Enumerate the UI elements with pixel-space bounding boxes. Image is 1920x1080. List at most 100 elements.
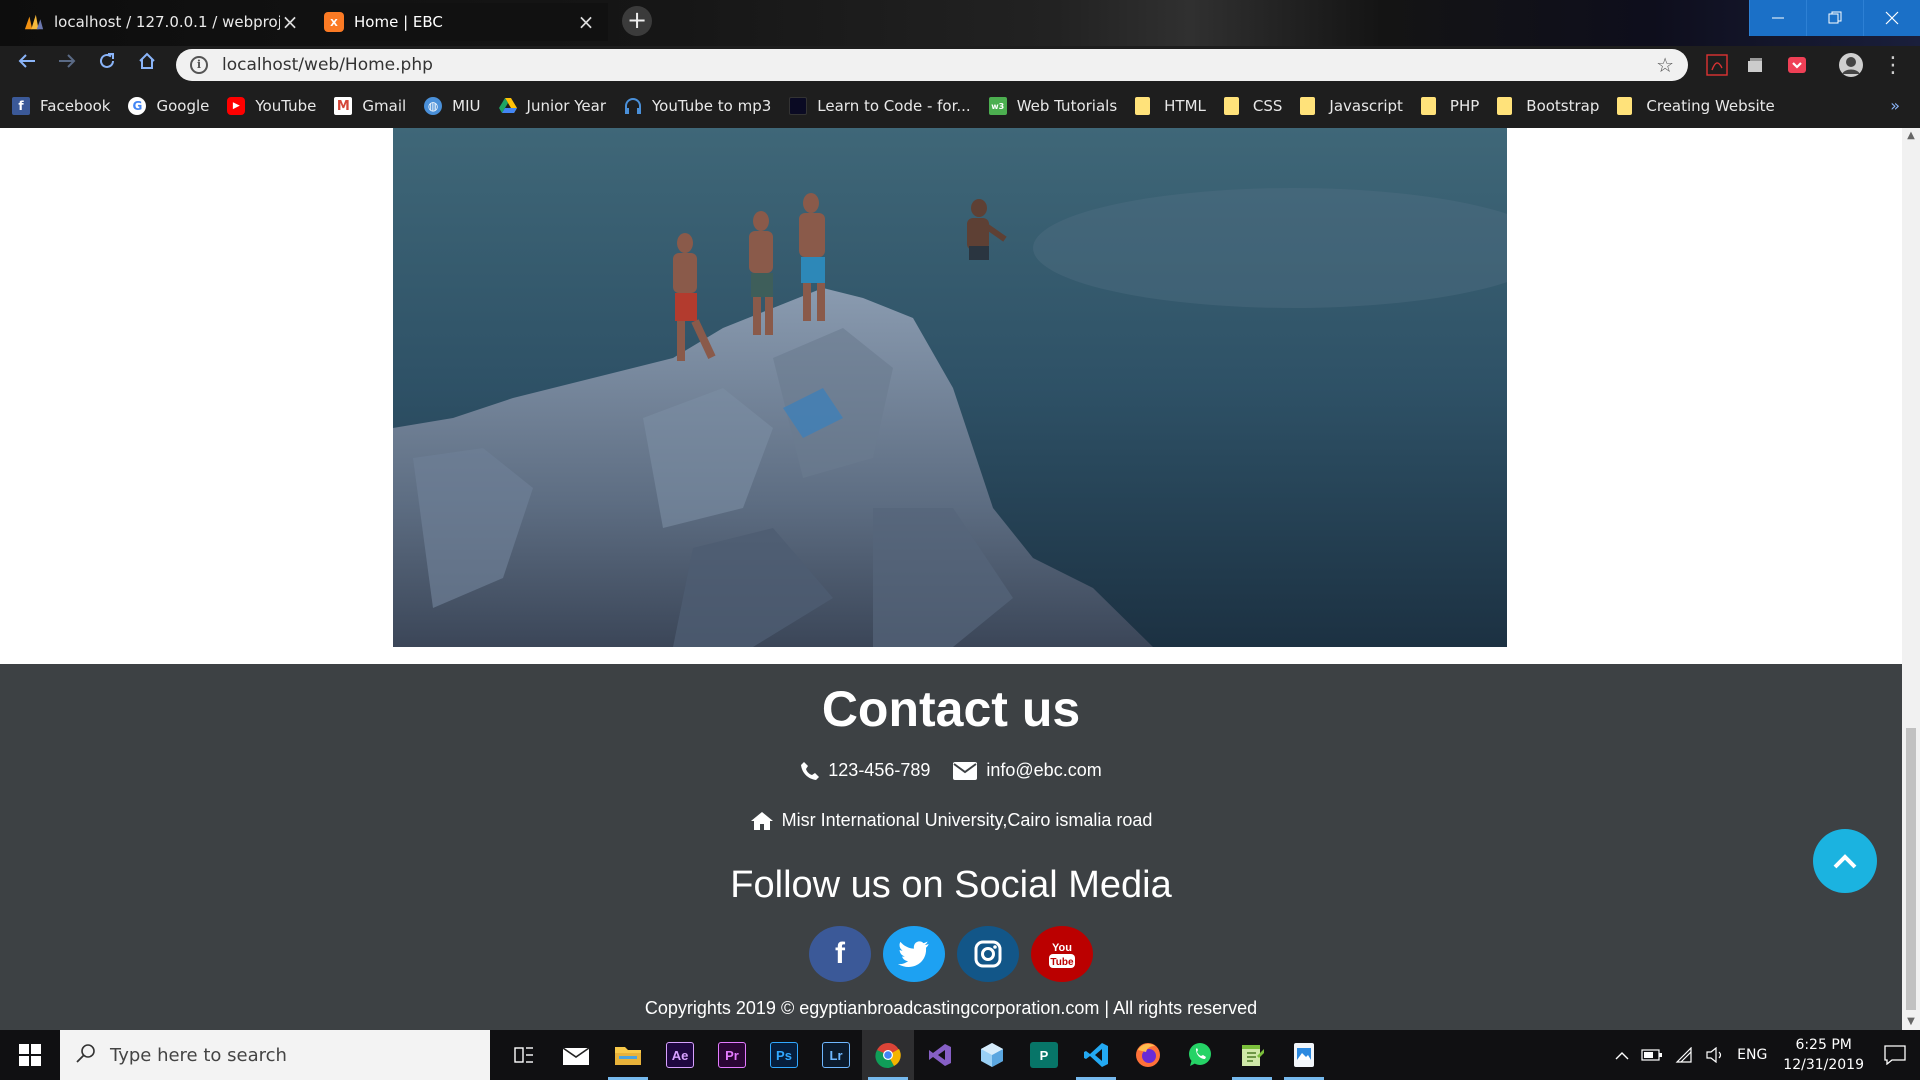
profile-avatar[interactable] [1838, 52, 1864, 78]
instagram-button[interactable] [957, 926, 1019, 982]
back-to-top-button[interactable] [1813, 829, 1877, 893]
bookmark-folder-css[interactable]: CSS [1223, 97, 1282, 115]
forward-icon[interactable] [52, 50, 82, 80]
system-clock[interactable]: 6:25 PM 12/31/2019 [1783, 1035, 1864, 1075]
bookmark-miu[interactable]: ◍ MIU [424, 97, 481, 115]
bookmark-facebook[interactable]: f Facebook [12, 97, 110, 115]
scroll-down-arrow[interactable]: ▼ [1902, 1014, 1920, 1030]
close-tab-icon[interactable]: × [280, 10, 300, 34]
bookmark-folder-javascript[interactable]: Javascript [1300, 97, 1403, 115]
w3schools-icon: w3 [988, 97, 1007, 115]
wifi-icon[interactable] [1675, 1047, 1693, 1063]
facebook-icon: f [12, 97, 30, 115]
start-button[interactable] [0, 1030, 60, 1080]
photoshop-app[interactable]: Ps [758, 1030, 810, 1080]
visual-studio-icon [929, 1044, 951, 1066]
bookmark-gmail[interactable]: M Gmail [334, 97, 406, 115]
system-tray: ENG 6:25 PM 12/31/2019 [1609, 1030, 1920, 1080]
address-url[interactable]: localhost/web/Home.php [222, 55, 1656, 75]
folder-icon [1617, 97, 1633, 115]
close-tab-icon[interactable]: × [576, 10, 596, 34]
chrome-icon [875, 1043, 901, 1068]
youtube-button[interactable]: You Tube [1031, 926, 1093, 982]
whatsapp-icon [1189, 1043, 1211, 1066]
photos-app[interactable] [1278, 1030, 1330, 1080]
restore-button[interactable] [1806, 0, 1863, 36]
show-hidden-icons-icon[interactable] [1615, 1050, 1629, 1060]
chrome-app[interactable] [862, 1030, 914, 1080]
window-controls [1749, 0, 1920, 36]
address-bar[interactable]: i localhost/web/Home.php ☆ [176, 49, 1688, 81]
task-view-button[interactable] [498, 1030, 550, 1080]
bookmark-learn-to-code[interactable]: Learn to Code - for... [789, 97, 971, 115]
follow-title: Follow us on Social Media [730, 864, 1172, 906]
whatsapp-app[interactable] [1174, 1030, 1226, 1080]
page-footer: Contact us 123-456-789 info@ebc.com Misr… [0, 664, 1902, 1030]
tab-manager-extension-icon[interactable] [1742, 52, 1768, 78]
site-info-icon[interactable]: i [190, 56, 208, 74]
premiere-pro-app[interactable]: Pr [706, 1030, 758, 1080]
bookmark-folder-html[interactable]: HTML [1135, 97, 1206, 115]
contact-phone[interactable]: 123-456-789 [828, 760, 930, 781]
bookmark-star-icon[interactable]: ☆ [1656, 53, 1674, 77]
mail-app[interactable] [550, 1030, 602, 1080]
file-explorer-icon [615, 1047, 641, 1065]
new-tab-button[interactable]: + [622, 6, 652, 36]
pocket-extension-icon[interactable] [1784, 52, 1810, 78]
task-view-icon [514, 1047, 533, 1063]
close-window-button[interactable] [1863, 0, 1920, 36]
acrobat-extension-icon[interactable] [1704, 52, 1730, 78]
chrome-menu-icon[interactable]: ⋮ [1880, 52, 1906, 78]
language-indicator[interactable]: ENG [1737, 1047, 1767, 1063]
bookmark-web-tutorials[interactable]: w3 Web Tutorials [988, 97, 1117, 115]
scroll-up-arrow[interactable]: ▲ [1902, 128, 1920, 144]
contact-info-line: 123-456-789 info@ebc.com [0, 760, 1902, 781]
lightroom-app[interactable]: Lr [810, 1030, 862, 1080]
minimize-button[interactable] [1749, 0, 1806, 36]
twitter-button[interactable] [883, 926, 945, 982]
firefox-app[interactable] [1122, 1030, 1174, 1080]
bookmark-label: Facebook [40, 97, 111, 115]
bookmark-folder-bootstrap[interactable]: Bootstrap [1497, 97, 1599, 115]
tab-title: localhost / 127.0.0.1 / webproject [54, 13, 280, 31]
gmail-icon: M [334, 97, 353, 115]
reload-icon[interactable] [92, 50, 122, 80]
bookmark-junior-year[interactable]: Junior Year [498, 97, 606, 115]
phpmyadmin-icon [24, 12, 44, 32]
chevron-up-icon [1833, 854, 1857, 869]
contact-email[interactable]: info@ebc.com [986, 760, 1101, 781]
bookmark-label: HTML [1164, 97, 1206, 115]
publisher-app[interactable]: P [1018, 1030, 1070, 1080]
3d-viewer-app[interactable] [966, 1030, 1018, 1080]
envelope-icon [952, 761, 978, 781]
file-explorer-app[interactable] [602, 1030, 654, 1080]
svg-text:X: X [330, 18, 338, 29]
page-scrollbar[interactable]: ▲ ▼ [1902, 128, 1920, 1030]
vscode-app[interactable] [1070, 1030, 1122, 1080]
bookmark-youtube[interactable]: ▶ YouTube [227, 97, 316, 115]
volume-icon[interactable] [1705, 1047, 1725, 1063]
browser-toolbar: i localhost/web/Home.php ☆ ⋮ [0, 46, 1920, 84]
tab-phpmyadmin[interactable]: localhost / 127.0.0.1 / webproject × [12, 3, 312, 41]
after-effects-app[interactable]: Ae [654, 1030, 706, 1080]
more-bookmarks-icon[interactable]: » [1890, 96, 1900, 115]
social-links: f You Tube [0, 926, 1902, 982]
tab-home-ebc[interactable]: X Home | EBC × [312, 3, 608, 41]
back-icon[interactable] [12, 50, 42, 80]
folder-icon [1300, 97, 1316, 115]
photos-icon [1294, 1043, 1314, 1067]
scroll-thumb[interactable] [1906, 728, 1916, 1010]
bookmark-google[interactable]: G Google [128, 97, 209, 115]
notepad-plus-app[interactable] [1226, 1030, 1278, 1080]
taskbar-search[interactable]: Type here to search [60, 1030, 490, 1080]
battery-icon[interactable] [1641, 1049, 1663, 1061]
home-icon[interactable] [132, 50, 162, 80]
phone-icon [800, 761, 820, 781]
bookmark-folder-php[interactable]: PHP [1420, 97, 1479, 115]
bookmark-youtube-to-mp3[interactable]: YouTube to mp3 [624, 97, 771, 115]
visual-studio-app[interactable] [914, 1030, 966, 1080]
svg-text:You: You [1052, 942, 1072, 954]
notifications-icon[interactable] [1884, 1045, 1906, 1065]
facebook-button[interactable]: f [809, 926, 871, 982]
bookmark-folder-creating-website[interactable]: Creating Website [1617, 97, 1775, 115]
